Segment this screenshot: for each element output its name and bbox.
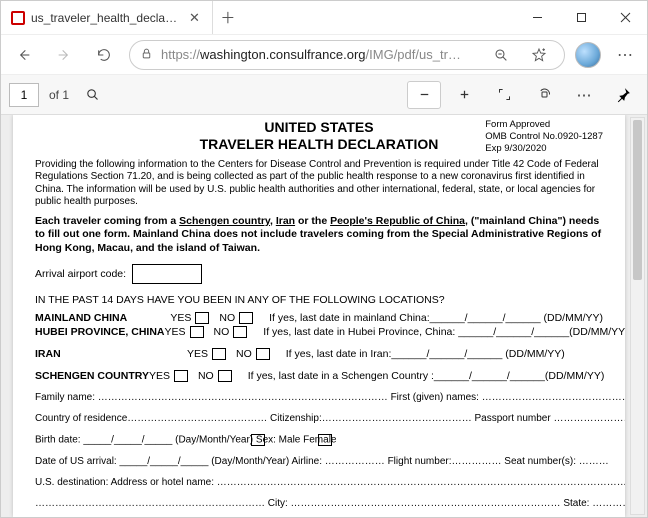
pdf-page: UNITED STATES TRAVELER HEALTH DECLARATIO… <box>13 115 625 517</box>
zoom-indicator-icon[interactable] <box>486 40 516 70</box>
page-count-label: of 1 <box>49 88 69 102</box>
lock-icon <box>140 47 153 63</box>
titlebar-drag-area[interactable] <box>243 1 515 34</box>
form-approval-block: Form Approved OMB Control No.0920-1287 E… <box>485 119 603 155</box>
pdf-search-button[interactable] <box>75 81 109 109</box>
zoom-in-button[interactable] <box>447 81 481 109</box>
pdf-toolbar: of 1 ⋯ <box>1 75 647 115</box>
titlebar: us_traveler_health_declaration_1… ✕ ＋ <box>1 1 647 35</box>
past-14-days-question: IN THE PAST 14 DAYS HAVE YOU BEEN IN ANY… <box>35 294 603 306</box>
pin-toolbar-button[interactable] <box>607 79 639 111</box>
zoom-out-button[interactable] <box>407 81 441 109</box>
arrival-airport-row: Arrival airport code: <box>35 264 603 284</box>
doc-title-line2: TRAVELER HEALTH DECLARATION <box>200 136 439 153</box>
favorite-button[interactable] <box>524 40 554 70</box>
instruction-paragraph: Each traveler coming from a Schengen cou… <box>35 215 603 256</box>
refresh-button[interactable] <box>89 40 119 70</box>
intro-paragraph: Providing the following information to t… <box>35 159 603 209</box>
vertical-scrollbar[interactable] <box>630 117 645 515</box>
tab-title: us_traveler_health_declaration_1… <box>31 11 181 25</box>
url-text: https://washington.consulfrance.org/IMG/… <box>161 47 478 62</box>
window-close-button[interactable] <box>603 1 647 34</box>
favicon-icon <box>11 11 25 25</box>
window-maximize-button[interactable] <box>559 1 603 34</box>
pdf-more-button[interactable]: ⋯ <box>567 81 601 109</box>
field-city-state: …………………………………………………………… City: …………………………… <box>35 498 603 509</box>
new-tab-button[interactable]: ＋ <box>213 1 243 34</box>
browser-window: us_traveler_health_declaration_1… ✕ ＋ ht… <box>0 0 648 518</box>
arrival-airport-label: Arrival airport code: <box>35 268 126 280</box>
doc-title-line1: UNITED STATES <box>200 119 439 136</box>
rotate-button[interactable] <box>527 81 561 109</box>
window-minimize-button[interactable] <box>515 1 559 34</box>
location-row-hubei: HUBEI PROVINCE, CHINA YES NO If yes, las… <box>35 326 603 338</box>
field-birth: Birth date: _____/_____/_____ (Day/Month… <box>35 434 603 446</box>
field-us-arrival: Date of US arrival: _____/_____/_____ (D… <box>35 456 603 467</box>
fit-page-button[interactable] <box>487 81 521 109</box>
field-us-destination: U.S. destination: Address or hotel name:… <box>35 477 603 488</box>
browser-tab[interactable]: us_traveler_health_declaration_1… ✕ <box>1 1 213 34</box>
url-input[interactable]: https://washington.consulfrance.org/IMG/… <box>129 40 565 70</box>
location-row-schengen: SCHENGEN COUNTRY YES NO If yes, last dat… <box>35 370 603 382</box>
arrival-airport-box <box>132 264 202 284</box>
tab-close-button[interactable]: ✕ <box>187 8 202 28</box>
scrollbar-thumb[interactable] <box>633 120 642 280</box>
page-number-input[interactable] <box>9 83 39 107</box>
location-row-mainland-china: MAINLAND CHINA YES NO If yes, last date … <box>35 312 603 324</box>
pdf-viewport[interactable]: UNITED STATES TRAVELER HEALTH DECLARATIO… <box>1 115 647 517</box>
browser-menu-button[interactable]: ⋯ <box>611 45 639 65</box>
address-bar: https://washington.consulfrance.org/IMG/… <box>1 35 647 75</box>
forward-button[interactable] <box>49 40 79 70</box>
profile-avatar[interactable] <box>575 42 601 68</box>
field-country: Country of residence…………………………………… Citiz… <box>35 413 603 424</box>
location-row-iran: IRAN YES NO If yes, last date in Iran:__… <box>35 348 603 360</box>
field-family-name: Family name: ………………………………………………………………………… <box>35 392 603 403</box>
back-button[interactable] <box>9 40 39 70</box>
